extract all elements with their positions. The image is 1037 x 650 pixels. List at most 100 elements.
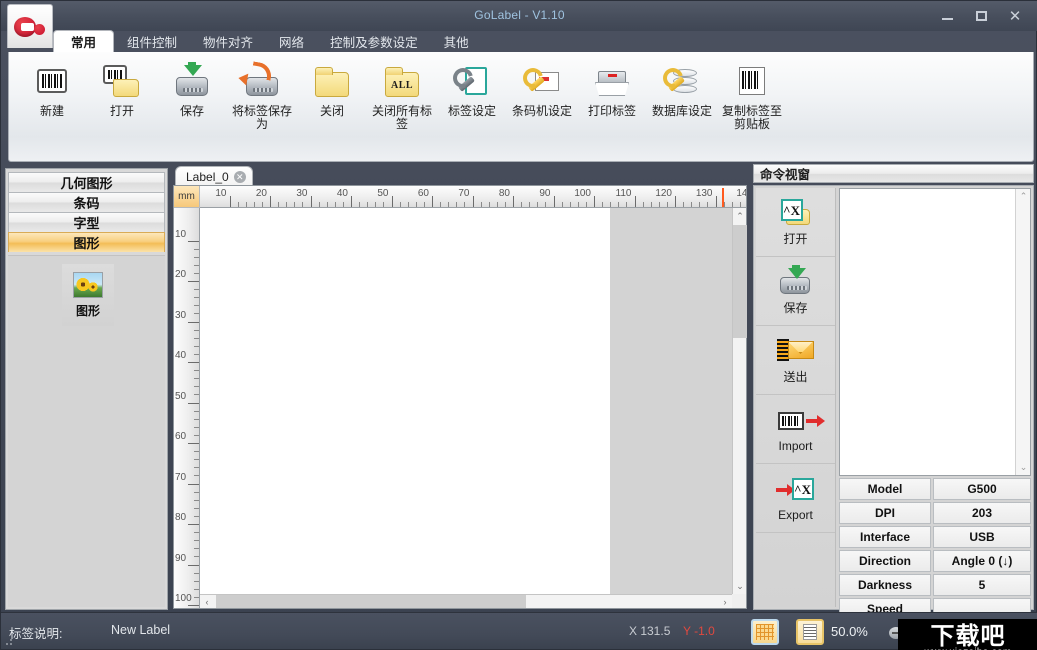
scroll-right-button[interactable]: › [718,595,732,608]
info-key-dpi: DPI [839,502,931,524]
ruler-tick [188,565,199,566]
tab-other[interactable]: 其他 [431,31,482,52]
ribbon-tabstrip: 常用 组件控制 物件对齐 网络 控制及参数设定 其他 [53,30,1037,52]
graphic-item-image-label: 图形 [76,302,100,319]
title-bar: GoLabel - V1.10 ✕ [1,1,1037,31]
info-value-model: G500 [933,478,1031,500]
grid-toggle-icon[interactable] [751,619,779,645]
maximize-icon [976,11,987,21]
ruler-tick [351,196,352,207]
ribbon-button-print-label[interactable]: 打印标签 [577,58,647,130]
accordion-header-graphic[interactable]: 图形 [8,232,165,252]
command-console-output[interactable]: ⌃ ⌄ [839,188,1031,476]
ruler-minor-tick [586,202,587,207]
ribbon-button-save-as[interactable]: 将标签保存为 [227,58,297,132]
minimize-icon [942,18,953,20]
console-scroll-up-button[interactable]: ⌃ [1016,189,1031,204]
scroll-up-button[interactable]: ⌃ [733,208,747,224]
ruler-tick-label: 140 [736,188,746,199]
command-button-export[interactable]: ^X Export [756,464,835,533]
scroll-left-button[interactable]: ‹ [200,595,214,608]
ruler-tick-label: 80 [175,512,186,523]
ruler-minor-tick [194,467,199,468]
ruler-minor-tick [194,378,199,379]
maximize-button[interactable] [964,2,998,30]
label-canvas[interactable] [200,208,732,594]
tab-control-params[interactable]: 控制及参数设定 [317,31,431,52]
accordion-header-font[interactable]: 字型 [8,212,165,232]
ruler-minor-tick [618,202,619,207]
accordion-header-barcode[interactable]: 条码 [8,192,165,212]
command-button-send-label: 送出 [783,368,807,385]
ruler-minor-tick [194,370,199,371]
tab-object-align[interactable]: 物件对齐 [190,31,266,52]
app-logo-button[interactable] [7,4,53,48]
accordion-header-geometry[interactable]: 几何图形 [8,172,165,192]
document-tab-label-0[interactable]: Label_0 ✕ [175,166,253,186]
ribbon-button-copy-to-clipboard[interactable]: 复制标签至剪贴板 [717,58,787,132]
command-button-save[interactable]: 保存 [756,257,835,326]
page-view-icon[interactable] [796,619,824,645]
close-button[interactable]: ✕ [998,2,1032,30]
ribbon-button-printer-setup[interactable]: 条码机设定 [507,58,577,130]
ruler-minor-tick [456,202,457,207]
ruler-minor-tick [194,257,199,258]
ribbon-button-save[interactable]: 保存 [157,58,227,130]
ruler-minor-tick [194,459,199,460]
graphic-item-image[interactable]: 图形 [62,264,114,326]
ruler-minor-tick [319,202,320,207]
ruler-minor-tick [194,330,199,331]
table-row: Model G500 [839,478,1031,500]
ruler-unit-button[interactable]: mm [174,186,200,208]
ruler-tick [432,196,433,207]
info-key-interface: Interface [839,526,931,548]
ruler-tick-label: 30 [175,310,186,321]
vertical-scroll-thumb[interactable] [733,225,747,338]
ruler-minor-tick [375,202,376,207]
ribbon-button-close-all[interactable]: ALL 关闭所有标签 [367,58,437,132]
ruler-minor-tick [610,202,611,207]
ruler-minor-tick [194,354,199,355]
ribbon-button-close[interactable]: 关闭 [297,58,367,130]
window-title: GoLabel - V1.10 [1,8,1037,22]
folder-close-all-icon: ALL [381,63,423,101]
ruler-minor-tick [278,202,279,207]
ribbon-button-open[interactable]: 打开 [87,58,157,130]
ruler-minor-tick [505,202,506,207]
close-icon[interactable]: ✕ [234,171,246,183]
ribbon-button-database-setup[interactable]: 数据库设定 [647,58,717,130]
command-button-open[interactable]: ^X 打开 [756,188,835,257]
tab-network[interactable]: 网络 [266,31,317,52]
ruler-minor-tick [194,338,199,339]
tab-component-control[interactable]: 组件控制 [114,31,190,52]
canvas-vertical-scrollbar[interactable]: ⌃ ⌄ [732,208,746,594]
ribbon-button-new[interactable]: 新建 [17,58,87,130]
label-page[interactable] [210,208,610,594]
horizontal-scroll-thumb[interactable] [216,595,526,608]
scroll-down-button[interactable]: ⌄ [733,578,747,594]
ruler-tick-label: 50 [377,188,391,199]
ruler-minor-tick [570,202,571,207]
print-label-icon [591,63,633,101]
command-button-import[interactable]: Import [756,395,835,464]
ruler-tick-label: 20 [175,269,186,280]
ribbon-button-print-label-label: 打印标签 [577,105,647,118]
printer-setup-wrench-icon [521,63,563,101]
document-tabstrip: Label_0 ✕ [171,166,749,186]
ruler-minor-tick [667,202,668,207]
ruler-tick-label: 10 [215,188,229,199]
ruler-tick [675,196,676,207]
zoom-level-label: 50.0% [831,624,868,639]
barcode-open-folder-icon [101,63,143,101]
minimize-button[interactable] [930,2,964,30]
console-scrollbar[interactable]: ⌃ ⌄ [1015,189,1030,475]
console-scroll-down-button[interactable]: ⌄ [1016,460,1031,475]
tab-common[interactable]: 常用 [53,30,114,52]
ribbon-button-group: 新建 打开 保存 将标签保存为 [9,52,1033,132]
ribbon-button-label-setup[interactable]: 标签设定 [437,58,507,130]
canvas-horizontal-scrollbar[interactable]: ‹ › [200,594,732,608]
command-button-send[interactable]: 送出 [756,326,835,395]
ruler-minor-tick [238,202,239,207]
ruler-tick-label: 90 [175,553,186,564]
label-description-caption: 标签说明: [9,623,62,642]
